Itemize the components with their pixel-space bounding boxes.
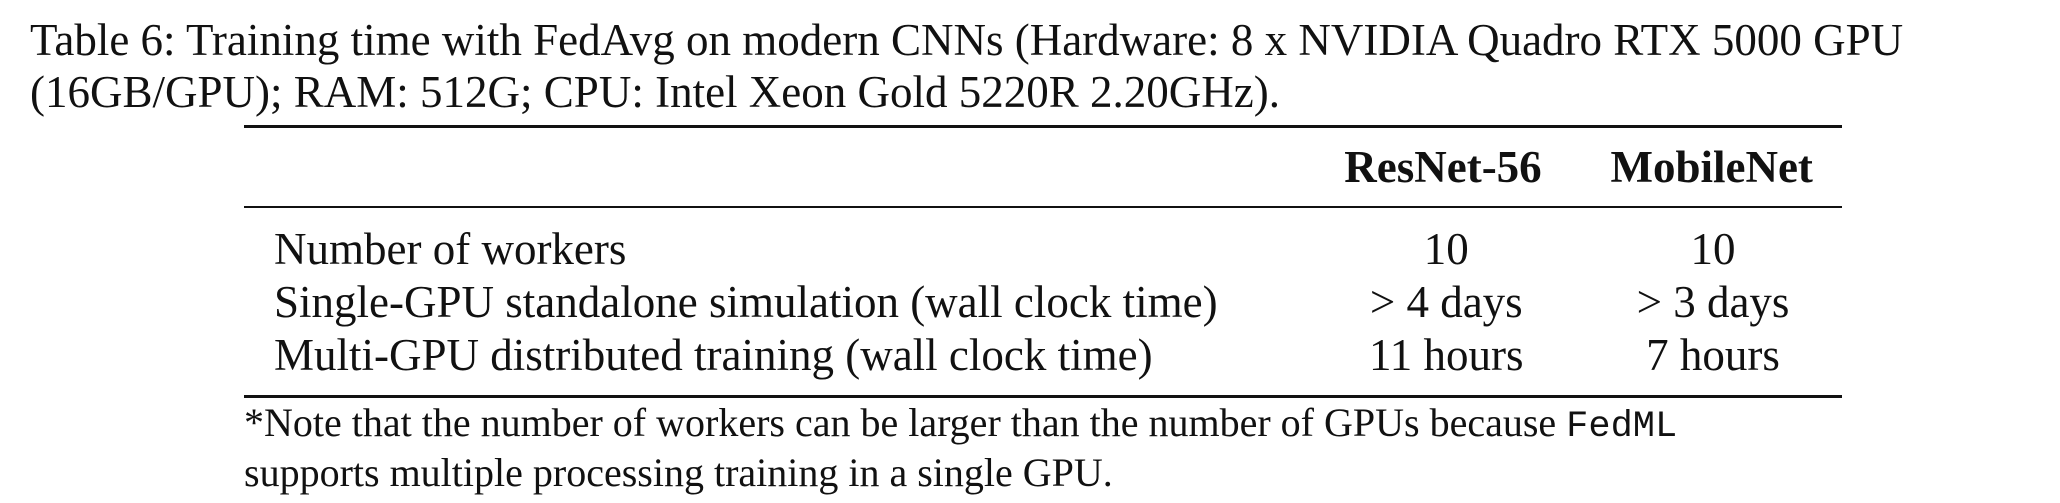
table-row: Multi-GPU distributed training (wall clo… [244, 328, 1842, 395]
row-label: Single-GPU standalone simulation (wall c… [274, 276, 1218, 327]
table-header-row: ResNet-56 MobileNet [244, 128, 1842, 206]
table-row: Single-GPU standalone simulation (wall c… [244, 275, 1842, 328]
row-label: Multi-GPU distributed training (wall clo… [274, 329, 1153, 380]
fedml-code: FedML [1566, 406, 1678, 448]
row-label: Number of workers [274, 223, 627, 274]
cell-resnet56: 11 hours [1368, 329, 1524, 380]
cell-mobilenet: 7 hours [1646, 329, 1780, 380]
footnote-text-end: supports multiple processing training in… [244, 450, 1113, 495]
header-mobilenet: MobileNet [1610, 142, 1813, 192]
bottom-rule [244, 395, 1842, 398]
table-row: Number of workers 10 10 [244, 208, 1842, 275]
table-caption: Table 6: Training time with FedAvg on mo… [30, 15, 1904, 117]
header-resnet56: ResNet-56 [1344, 142, 1542, 192]
cell-mobilenet: > 3 days [1636, 276, 1790, 327]
header-empty [244, 128, 1305, 206]
footnote-text-start: *Note that the number of workers can be … [244, 400, 1567, 445]
cell-resnet56: > 4 days [1369, 276, 1523, 327]
results-table: ResNet-56 MobileNet Number of workers 10… [244, 125, 1842, 398]
cell-resnet56: 10 [1423, 223, 1469, 274]
cell-mobilenet: 10 [1690, 223, 1736, 274]
table-footnote: *Note that the number of workers can be … [244, 400, 1864, 496]
